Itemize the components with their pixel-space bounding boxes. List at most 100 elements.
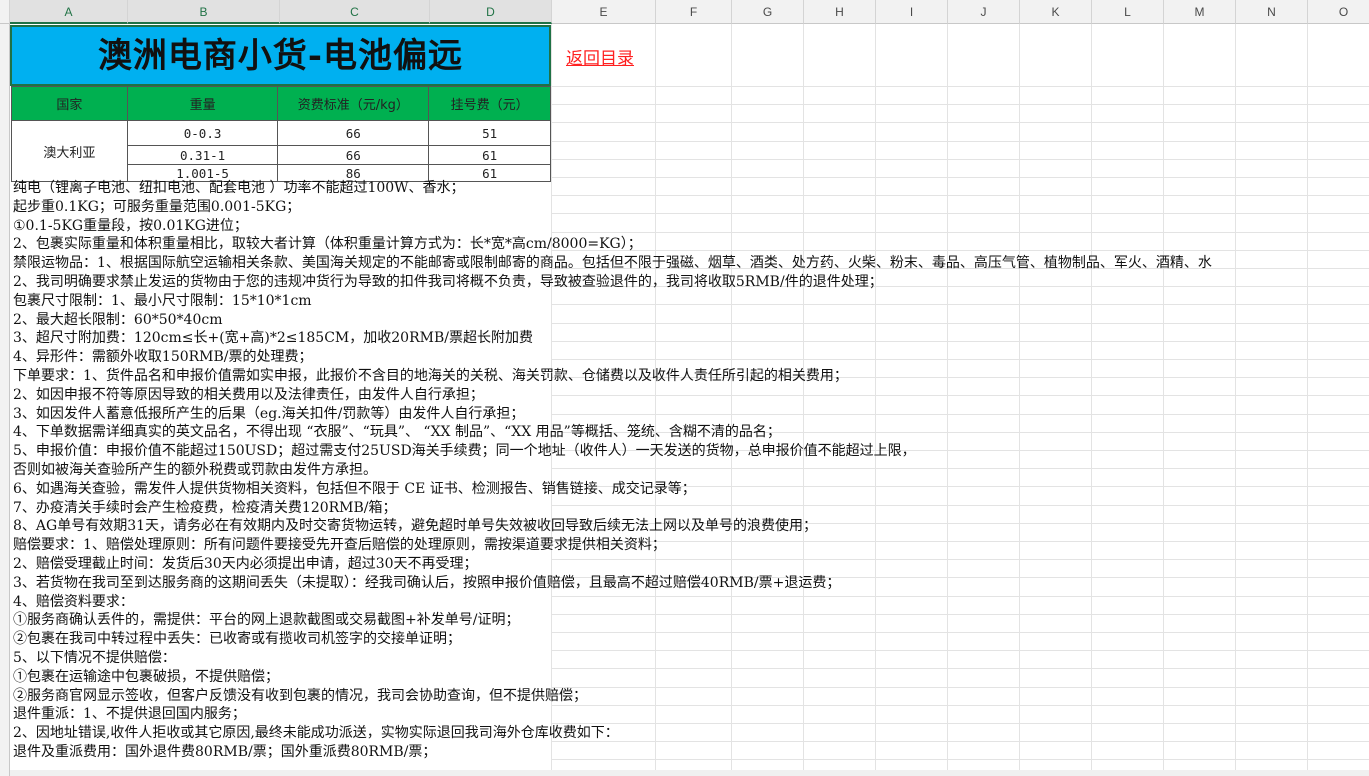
note-line[interactable]: 包裹尺寸限制：1、最小尺寸限制：15*10*1cm — [13, 293, 312, 310]
horizontal-scrollbar[interactable] — [10, 770, 1369, 776]
note-line[interactable]: 4、异形件：需额外收取150RMB/票的处理费； — [13, 349, 313, 366]
gridline — [551, 359, 1369, 360]
column-header-k[interactable]: K — [1020, 0, 1092, 24]
gridline — [731, 24, 732, 776]
note-line[interactable]: ①0.1-5KG重量段，按0.01KG进位； — [13, 218, 248, 235]
gridline — [551, 323, 1369, 324]
gridline — [551, 213, 1369, 214]
spreadsheet[interactable]: ABCDEFGHIJKLMNO 澳洲电商小货-电池偏远 返回目录 国家 重量 资… — [0, 0, 1369, 776]
gridline — [551, 159, 1369, 160]
note-line[interactable]: 2、因地址错误,收件人拒收或其它原因,最终未能成功派送，实物实际退回我司海外仓库… — [13, 725, 619, 742]
gridline — [551, 395, 1369, 396]
column-header-d[interactable]: D — [430, 0, 552, 24]
gridline — [551, 705, 1369, 706]
back-to-index-link[interactable]: 返回目录 — [566, 44, 634, 69]
note-line[interactable]: 退件重派：1、不提供退回国内服务； — [13, 706, 246, 723]
column-header-g[interactable]: G — [732, 0, 804, 24]
note-line[interactable]: ①服务商确认丢件的，需提供：平台的网上退款截图或交易截图+补发单号/证明； — [13, 612, 519, 629]
gridline — [551, 668, 1369, 669]
gridline — [947, 24, 948, 776]
column-header-i[interactable]: I — [876, 0, 948, 24]
gridline — [551, 632, 1369, 633]
note-line[interactable]: 退件及重派费用：国外退件费80RMB/票；国外重派费80RMB/票； — [13, 744, 436, 761]
note-line[interactable]: ①包裹在运输途中包裹破损，不提供赔偿； — [13, 669, 279, 686]
gridline — [551, 741, 1369, 742]
note-line[interactable]: 起步重0.1KG；可服务重量范围0.001-5KG； — [13, 199, 300, 216]
gridline — [655, 24, 656, 776]
gridline — [1235, 24, 1236, 776]
note-line[interactable]: 否则如被海关查验所产生的额外税费或罚款由发件方承担。 — [13, 462, 377, 479]
rate-cell[interactable]: 86 — [277, 164, 430, 182]
gridline — [551, 86, 1369, 87]
fee-cell[interactable]: 61 — [428, 145, 551, 165]
note-line[interactable]: 6、如遇海关查验，需发件人提供货物相关资料，包括但不限于 CE 证书、检测报告、… — [13, 481, 696, 498]
gridline — [551, 723, 1369, 724]
weight-cell[interactable]: 0-0.3 — [126, 120, 279, 146]
header-fee[interactable]: 挂号费（元） — [428, 86, 551, 121]
gridline — [551, 141, 1369, 142]
select-all-corner[interactable] — [0, 0, 10, 24]
column-header-l[interactable]: L — [1092, 0, 1164, 24]
gridline — [551, 177, 1369, 178]
gridline — [551, 650, 1369, 651]
gridline — [551, 122, 1369, 123]
gridline — [551, 232, 1369, 233]
column-header-h[interactable]: H — [804, 0, 876, 24]
column-header-m[interactable]: M — [1164, 0, 1236, 24]
note-line[interactable]: 2、如因申报不符等原因导致的相关费用以及法律责任，由发件人自行承担； — [13, 387, 484, 404]
note-line[interactable]: 禁限运物品：1、根据国际航空运输相关条款、美国海关规定的不能邮寄或限制邮寄的商品… — [13, 255, 1212, 272]
note-line[interactable]: 7、办疫清关手续时会产生检疫费，检疫清关费120RMB/箱； — [13, 500, 397, 517]
column-header-a[interactable]: A — [10, 0, 128, 24]
table-header-row: 国家 重量 资费标准（元/kg） 挂号费（元） — [11, 86, 551, 121]
gridline — [551, 559, 1369, 560]
note-line[interactable]: 2、最大超长限制：60*50*40cm — [13, 312, 222, 329]
note-line[interactable]: 8、AG单号有效期31天，请务必在有效期内及时交寄货物运转，避免超时单号失效被收… — [13, 518, 817, 535]
note-line[interactable]: ②包裹在我司中转过程中丢失：已收寄或有揽收司机签字的交接单证明； — [13, 631, 461, 648]
note-line[interactable]: 2、赔偿受理截止时间：发货后30天内必须提出申请，超过30天不再受理； — [13, 556, 478, 573]
header-country[interactable]: 国家 — [11, 86, 128, 121]
table-row: 澳大利亚 0-0.3 66 51 — [11, 120, 551, 182]
gridline — [551, 614, 1369, 615]
gridline — [551, 505, 1369, 506]
weight-cell[interactable]: 0.31-1 — [126, 145, 279, 165]
column-header-o[interactable]: O — [1308, 0, 1369, 24]
gridline — [1019, 24, 1020, 776]
note-line[interactable]: 5、申报价值：申报价值不能超过150USD；超过需支付25USD海关手续费；同一… — [13, 443, 916, 460]
fee-cell[interactable]: 61 — [428, 164, 551, 182]
note-line[interactable]: 3、超尺寸附加费：120cm≤长+(宽+高)*2≤185CM，加收20RMB/票… — [13, 330, 533, 347]
header-rate[interactable]: 资费标准（元/kg） — [277, 86, 430, 121]
gridline — [551, 414, 1369, 415]
gridline — [1163, 24, 1164, 776]
column-header-n[interactable]: N — [1236, 0, 1308, 24]
fee-cell[interactable]: 51 — [428, 120, 551, 146]
note-line[interactable]: 3、若货物在我司至到达服务商的这期间丢失（未提取）：经我司确认后，按照申报价值赔… — [13, 575, 840, 592]
note-line[interactable]: 5、以下情况不提供赔偿： — [13, 650, 176, 667]
note-line[interactable]: 3、如因发件人蓄意低报所产生的后果（eg.海关扣件/罚款等）由发件人自行承担； — [13, 406, 524, 423]
gridline — [551, 759, 1369, 760]
gridline — [551, 541, 1369, 542]
column-header-j[interactable]: J — [948, 0, 1020, 24]
note-line[interactable]: 2、我司明确要求禁止发运的货物由于您的违规冲货行为导致的扣件我司将概不负责，导致… — [13, 274, 883, 291]
column-header-c[interactable]: C — [280, 0, 430, 24]
note-line[interactable]: 4、下单数据需详细真实的英文品名，不得出现 “衣服”、“玩具”、 “XX 制品”… — [13, 424, 781, 441]
rate-cell[interactable]: 66 — [277, 120, 430, 146]
column-header-e[interactable]: E — [552, 0, 656, 24]
rate-cell[interactable]: 66 — [277, 145, 430, 165]
column-header-b[interactable]: B — [128, 0, 280, 24]
column-header-f[interactable]: F — [656, 0, 732, 24]
weight-cell[interactable]: 1.001-5 — [126, 164, 279, 182]
gridline — [551, 468, 1369, 469]
note-line[interactable]: 纯电（锂离子电池、纽扣电池、配套电池 ）功率不能超过100W、香水； — [13, 180, 465, 197]
note-line[interactable]: 下单要求：1、货件品名和申报价值需如实申报，此报价不含目的地海关的关税、海关罚款… — [13, 368, 848, 385]
note-line[interactable]: 4、赔偿资料要求： — [13, 594, 134, 611]
note-line[interactable]: 赔偿要求：1、赔偿处理原则：所有问题件要接受先开查后赔偿的处理原则，需按渠道要求… — [13, 537, 666, 554]
rate-table: 国家 重量 资费标准（元/kg） 挂号费（元） 澳大利亚 0-0.3 66 51… — [11, 86, 551, 182]
row-header-strip[interactable] — [0, 24, 10, 776]
note-line[interactable]: ②服务商官网显示签收，但客户反馈没有收到包裹的情况，我司会协助查询，但不提供赔偿… — [13, 688, 587, 705]
header-weight[interactable]: 重量 — [126, 86, 279, 121]
note-line[interactable]: 2、包裹实际重量和体积重量相比，取较大者计算（体积重量计算方式为：长*宽*高cm… — [13, 236, 642, 253]
title-cell[interactable]: 澳洲电商小货-电池偏远 — [10, 25, 551, 86]
gridline — [551, 341, 1369, 342]
gridline — [1091, 24, 1092, 776]
country-cell[interactable]: 澳大利亚 — [11, 120, 128, 182]
